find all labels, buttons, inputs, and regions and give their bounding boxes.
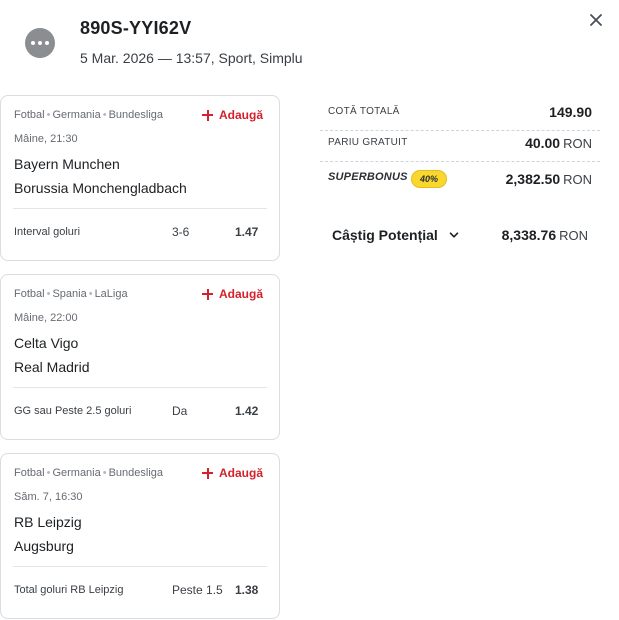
- total-odds-label: COTĂ TOTALĂ: [328, 106, 400, 117]
- bet-odd: 1.42: [235, 404, 259, 418]
- divider: [13, 566, 267, 567]
- bet-time: Mâine, 22:00: [14, 312, 78, 324]
- add-bet-button[interactable]: Adaugă: [201, 287, 263, 301]
- bet-odd: 1.47: [235, 225, 259, 239]
- bet-card: Fotbal • Spania • LaLiga Adaugă Mâine, 22:00…: [0, 274, 280, 440]
- bet-time: Mâine, 21:30: [14, 133, 78, 145]
- bet-odd: 1.38: [235, 583, 259, 597]
- close-icon[interactable]: [586, 10, 606, 30]
- superbonus-row: SUPERBONUS 40% 2,382.50 RON: [320, 162, 600, 198]
- home-team: RB Leipzig: [14, 514, 82, 530]
- more-dots-icon[interactable]: [25, 28, 55, 58]
- bet-league: Fotbal • Germania • Bundesliga: [14, 109, 164, 121]
- divider: [13, 387, 267, 388]
- bet-time: Săm. 7, 16:30: [14, 491, 83, 503]
- bet-market: GG sau Peste 2.5 goluri: [14, 405, 132, 417]
- superbonus-label: SUPERBONUS: [328, 171, 408, 183]
- bet-league: Fotbal • Spania • LaLiga: [14, 288, 128, 300]
- bet-market: Total goluri RB Leipzig: [14, 584, 124, 596]
- plus-icon: [201, 467, 213, 479]
- bet-league: Fotbal • Germania • Bundesliga: [14, 467, 164, 479]
- bet-pick: Da: [172, 404, 188, 418]
- bet-market: Interval goluri: [14, 226, 81, 238]
- away-team: Real Madrid: [14, 359, 90, 375]
- bet-pick: 3-6: [172, 225, 190, 239]
- free-bet-row: PARIU GRATUIT 40.00 RON: [320, 131, 600, 162]
- potential-win-row: Câștig Potențial 8,338.76 RON: [320, 224, 600, 248]
- away-team: Augsburg: [14, 538, 74, 554]
- free-bet-label: PARIU GRATUIT: [328, 137, 408, 148]
- bet-card: Fotbal • Germania • Bundesliga Adaugă Mâine,…: [0, 95, 280, 261]
- chevron-down-icon[interactable]: [448, 229, 460, 241]
- home-team: Celta Vigo: [14, 335, 79, 351]
- plus-icon: [201, 288, 213, 300]
- plus-icon: [201, 109, 213, 121]
- home-team: Bayern Munchen: [14, 156, 120, 172]
- total-odds-row: COTĂ TOTALĂ 149.90: [320, 100, 600, 131]
- ticket-summary: COTĂ TOTALĂ 149.90 PARIU GRATUIT 40.00 RO…: [320, 100, 600, 198]
- potential-win-toggle[interactable]: Câștig Potențial: [332, 227, 438, 243]
- divider: [13, 208, 267, 209]
- superbonus-value: 2,382.50 RON: [505, 171, 592, 187]
- free-bet-value: 40.00 RON: [525, 135, 592, 151]
- ticket-header: 890S-YYI62V 5 Mar. 2026 — 13:57, Sport, …: [0, 0, 619, 90]
- add-bet-button[interactable]: Adaugă: [201, 108, 263, 122]
- bet-pick: Peste 1.5: [172, 583, 223, 597]
- superbonus-badge: 40%: [411, 170, 447, 188]
- ticket-meta: 5 Mar. 2026 — 13:57, Sport, Simplu: [80, 50, 303, 66]
- away-team: Borussia Monchengladbach: [14, 180, 187, 196]
- bet-card: Fotbal • Germania • Bundesliga Adaugă Săm. 7…: [0, 453, 280, 619]
- total-odds-value: 149.90: [549, 104, 592, 120]
- add-bet-button[interactable]: Adaugă: [201, 466, 263, 480]
- potential-win-value: 8,338.76 RON: [501, 227, 588, 243]
- ticket-id: 890S-YYI62V: [80, 18, 192, 38]
